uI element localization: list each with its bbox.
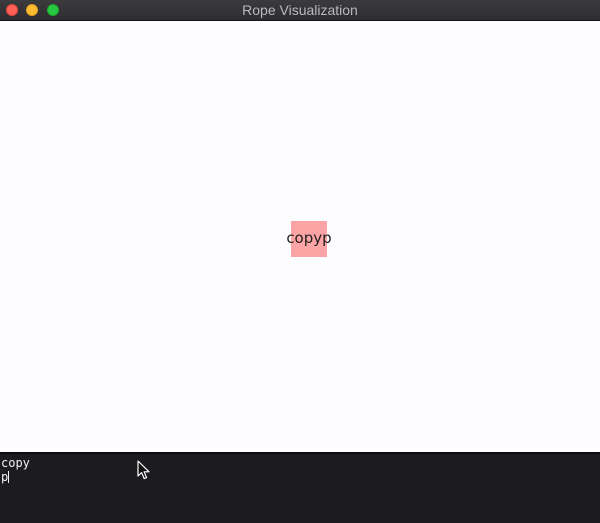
title-bar[interactable]: Rope Visualization bbox=[0, 0, 600, 21]
terminal-line-text: p bbox=[1, 470, 9, 484]
window-title: Rope Visualization bbox=[242, 2, 358, 18]
rope-node-label: copyp bbox=[286, 229, 332, 247]
terminal-input-area[interactable]: copy p bbox=[0, 454, 600, 523]
terminal-current-line[interactable]: p bbox=[1, 470, 10, 484]
terminal-line: copy bbox=[1, 456, 30, 470]
text-caret bbox=[8, 471, 10, 483]
app-window: Rope Visualization copyp copy p bbox=[0, 0, 600, 523]
arrow-cursor-icon bbox=[137, 460, 150, 480]
visualization-canvas: copyp bbox=[0, 21, 600, 452]
terminal-line-text: copy bbox=[1, 456, 30, 470]
